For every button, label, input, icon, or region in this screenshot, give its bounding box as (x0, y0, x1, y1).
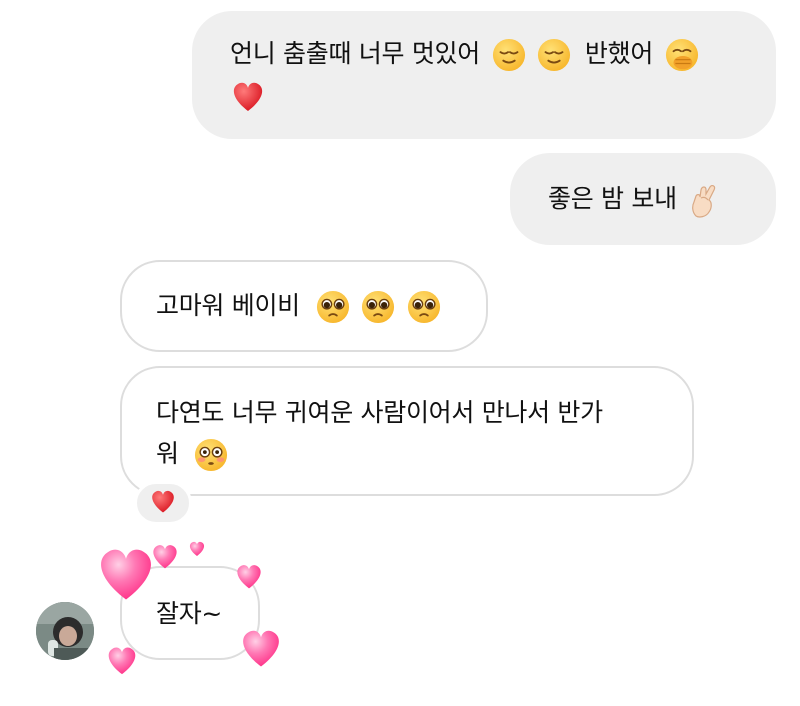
pink-heart-icon (238, 626, 284, 669)
message-text: 좋은 밤 보내 (548, 184, 677, 213)
message-line: 워 (156, 433, 692, 474)
pink-heart-icon (234, 562, 264, 590)
pink-heart-icon (150, 542, 180, 570)
face-with-hand-over-mouth-icon (665, 38, 699, 72)
pink-heart-icon (94, 543, 158, 603)
message-text: 고마워 베이비 (156, 291, 300, 320)
flushed-face-icon (194, 438, 228, 472)
message-bubble-received[interactable]: 다연도 너무 귀여운 사람이어서 만나서 반가 워 (120, 366, 694, 496)
pleading-face-icon (361, 290, 395, 324)
message-text: 반했어 (584, 39, 654, 68)
avatar[interactable] (36, 602, 94, 660)
crossed-fingers-hand-icon (688, 182, 718, 218)
relieved-face-icon (537, 38, 571, 72)
pink-heart-icon (105, 644, 139, 676)
message-text: 워 (156, 439, 179, 468)
pleading-face-icon (407, 290, 441, 324)
message-text: 다연도 너무 귀여운 사람이어서 만나서 반가 (156, 398, 603, 427)
message-bubble-received[interactable]: 고마워 베이비 (120, 260, 488, 352)
pleading-face-icon (316, 290, 350, 324)
message-reaction[interactable] (134, 481, 192, 525)
message-text: 언니 춤출때 너무 멋있어 (230, 39, 480, 68)
message-line: 언니 춤출때 너무 멋있어 반했어 (230, 33, 776, 74)
message-line (230, 74, 776, 115)
relieved-face-icon (492, 38, 526, 72)
red-heart-icon (149, 488, 177, 518)
message-bubble-sent[interactable]: 좋은 밤 보내 (510, 153, 776, 245)
message-text: 잘자~ (156, 599, 223, 628)
red-heart-icon (230, 79, 266, 113)
message-bubble-sent[interactable]: 언니 춤출때 너무 멋있어 반했어 (192, 11, 776, 139)
pink-heart-icon (188, 540, 206, 557)
